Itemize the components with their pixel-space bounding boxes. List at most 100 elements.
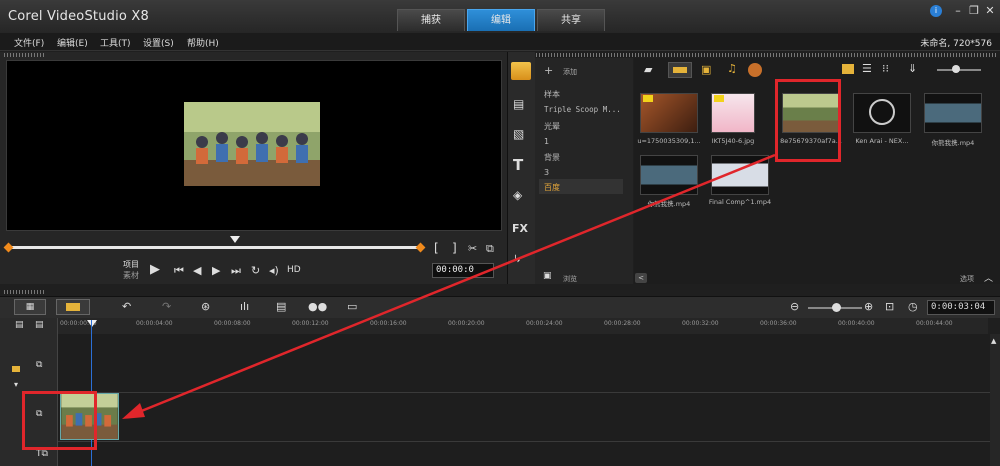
minimize-icon[interactable]: – — [950, 4, 966, 18]
repeat-icon[interactable]: ↻ — [251, 264, 260, 277]
zoom-knob[interactable] — [832, 303, 841, 312]
browse-label[interactable]: 浏览 — [563, 274, 577, 284]
highlight-box-library — [775, 79, 841, 162]
scroll-up-icon[interactable]: ▲ — [991, 337, 996, 345]
folder-item-triple-scoop[interactable]: Triple Scoop M... — [544, 105, 621, 114]
timeline-timecode[interactable]: 0:00:03:04 — [927, 300, 995, 315]
scrub-thumb[interactable] — [230, 236, 240, 243]
motion-tracking-icon[interactable]: ●● — [308, 300, 327, 313]
ruler-tick: 00:00:32:00 — [682, 320, 719, 327]
menu-edit[interactable]: 编辑(E) — [57, 36, 88, 49]
go-end-icon[interactable]: ⏭ — [231, 264, 241, 278]
hd-toggle[interactable]: HD — [287, 265, 301, 275]
tab-share[interactable]: 共享 — [537, 9, 605, 31]
media-icon[interactable] — [511, 62, 531, 80]
menu-tools[interactable]: 工具(T) — [100, 36, 131, 49]
library-grip[interactable] — [512, 53, 996, 57]
prev-frame-icon[interactable]: ◀ — [193, 264, 201, 277]
details-view-icon[interactable]: ⁝⁝ — [882, 62, 889, 75]
chevron-up-icon[interactable]: ︿ — [984, 271, 993, 284]
path-icon[interactable]: ↳ — [513, 254, 521, 265]
project-info: 未命名, 720*576 — [920, 39, 992, 49]
tab-edit[interactable]: 编辑 — [467, 9, 535, 31]
volume-icon[interactable]: ◂) — [269, 264, 279, 277]
mode-project[interactable]: 项目 — [123, 259, 139, 270]
ruler-tick: 00:00:28:00 — [604, 320, 641, 327]
folder-item-background[interactable]: 背景 — [544, 152, 560, 163]
filter-audio-icon[interactable]: ♫ — [727, 62, 737, 75]
subtitle-editor-icon[interactable]: ▭ — [347, 300, 357, 313]
restore-icon[interactable]: ❐ — [966, 4, 982, 18]
graphic-icon[interactable]: ◈ — [513, 188, 522, 202]
app-title: Corel VideoStudio X8 — [8, 9, 149, 24]
preview-timecode[interactable]: 00:00:0 — [432, 263, 494, 278]
fx-icon[interactable]: FX — [512, 222, 528, 235]
auto-music-icon[interactable]: ▤ — [276, 300, 286, 313]
collapse-library-icon[interactable]: < — [635, 273, 647, 283]
sound-mixer-icon[interactable]: ılı — [240, 300, 249, 313]
filter-photo-icon[interactable]: ▣ — [701, 63, 711, 76]
scissors-icon[interactable]: ✂ — [468, 242, 477, 255]
enlarge-icon[interactable]: ⧉ — [486, 242, 494, 256]
folder-item-baidu[interactable]: 百度 — [544, 182, 560, 193]
import-icon[interactable]: ⇓ — [908, 62, 917, 75]
panel-grip[interactable] — [4, 53, 44, 57]
zoom-in-icon[interactable]: ⊕ — [864, 300, 873, 313]
plus-icon[interactable]: + — [544, 64, 553, 77]
redo-icon[interactable]: ↷ — [162, 300, 171, 313]
menu-settings[interactable]: 设置(S) — [143, 36, 174, 49]
menu-help[interactable]: 帮助(H) — [187, 36, 219, 49]
folder-item-3[interactable]: 3 — [544, 168, 549, 177]
zoom-out-icon[interactable]: ⊖ — [790, 300, 799, 313]
folder-item-halo[interactable]: 光晕 — [544, 121, 560, 132]
info-icon[interactable]: i — [930, 5, 942, 17]
ruler-tick: 00:00:40:00 — [838, 320, 875, 327]
thumbnail-video-6[interactable] — [640, 155, 698, 195]
photo-badge-icon — [714, 95, 724, 102]
menu-file[interactable]: 文件(F) — [14, 36, 44, 49]
tab-capture[interactable]: 捕获 — [397, 9, 465, 31]
video-filter-glyph — [673, 67, 687, 73]
title-icon[interactable]: T — [513, 156, 523, 174]
timeline-grip[interactable] — [4, 290, 44, 294]
thumbnail-label-5: 你熊我携.mp4 — [931, 139, 975, 147]
transition-icon[interactable]: ▧ — [513, 127, 524, 141]
timeline-vertical-scrollbar[interactable] — [990, 334, 1000, 466]
folder-icon[interactable]: ▰ — [644, 63, 652, 76]
browse-icon[interactable]: ▣ — [543, 271, 552, 281]
options-button[interactable]: 选项 — [960, 274, 974, 284]
ruler-tick: 00:00:24:00 — [526, 320, 563, 327]
track-lock-icon[interactable] — [12, 366, 20, 372]
add-remove-chapter-icon[interactable]: ▤ — [35, 320, 44, 330]
go-start-icon[interactable]: ⏮ — [174, 264, 184, 278]
add-folder-label[interactable]: 添加 — [563, 67, 577, 77]
instant-project-icon[interactable]: ▤ — [513, 97, 524, 111]
ruler-tick: 00:00:12:00 — [292, 320, 329, 327]
mark-in-button[interactable]: [ — [434, 241, 439, 255]
thumb-size-knob[interactable] — [952, 65, 960, 73]
undo-icon[interactable]: ↶ — [122, 300, 131, 313]
video-track-icon: ⧉ — [36, 360, 43, 370]
thumbnail-view-icon[interactable] — [842, 64, 854, 74]
next-frame-icon[interactable]: ▶ — [212, 264, 220, 277]
storyboard-view-icon[interactable]: ▦ — [14, 299, 46, 315]
scrub-bar[interactable] — [8, 246, 420, 249]
record-capture-icon[interactable]: ⊛ — [201, 300, 210, 313]
thumbnail-video-7[interactable] — [711, 155, 769, 195]
fit-project-icon[interactable]: ⊡ — [885, 300, 894, 313]
play-icon[interactable]: ▶ — [150, 262, 160, 277]
sort-icon[interactable] — [748, 63, 762, 77]
chevron-down-icon[interactable]: ▾ — [14, 380, 18, 389]
thumbnail-video-5[interactable] — [924, 93, 982, 133]
playhead-handle[interactable] — [87, 320, 97, 327]
list-view-icon[interactable]: ☰ — [862, 62, 872, 75]
close-icon[interactable]: ✕ — [982, 4, 998, 18]
timeline-tracks[interactable] — [58, 334, 990, 466]
thumbnail-label-4: Ken Arai - NEX... — [855, 137, 909, 145]
audio-disc-icon — [869, 99, 895, 125]
folder-item-samples[interactable]: 样本 — [544, 89, 560, 100]
mode-clip[interactable]: 素材 — [123, 270, 139, 281]
track-manager-icon[interactable]: ▤ — [15, 320, 24, 330]
mark-out-button[interactable]: ] — [452, 241, 457, 255]
folder-item-1[interactable]: 1 — [544, 137, 549, 146]
